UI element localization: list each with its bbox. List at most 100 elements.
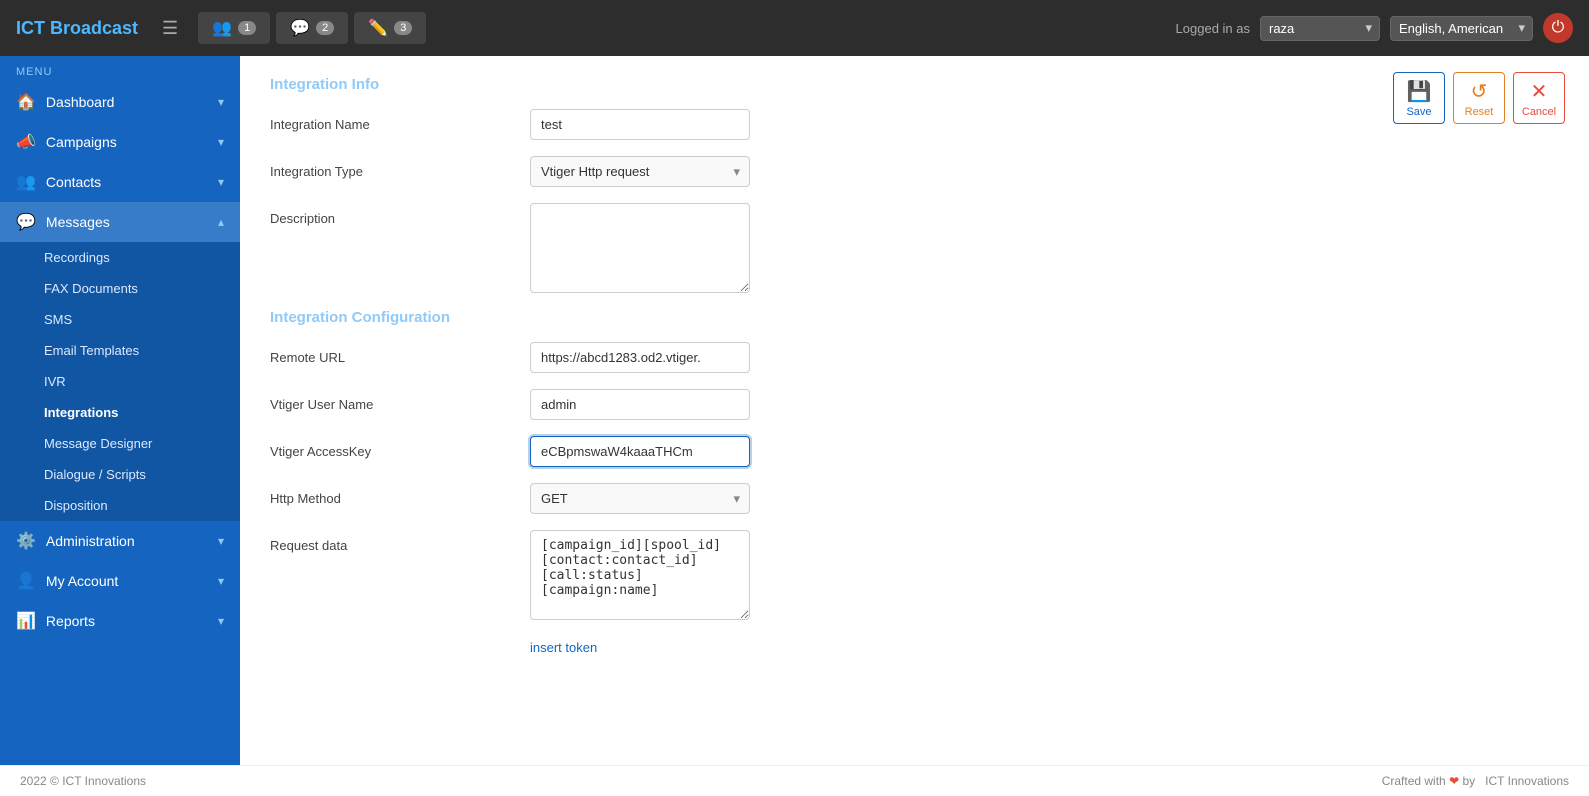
menu-label: MENU [0,56,240,82]
integration-type-row: Integration Type Vtiger Http request [270,156,1559,187]
heart-icon: ❤ [1449,774,1459,788]
header-right: Logged in as raza English, American ⏻ [1176,13,1573,43]
cancel-button[interactable]: ✕ Cancel [1513,72,1565,124]
main-content: 💾 Save ↺ Reset ✕ Cancel Integration Info… [240,56,1589,765]
sidebar-item-messages[interactable]: 💬 Messages ▴ [0,202,240,242]
company-name: ICT Innovations [1485,774,1569,788]
tab-2-badge: 2 [316,21,334,35]
tab-3-icon: ✏️ [368,18,388,38]
chevron-campaigns: ▾ [218,135,224,149]
sidebar-item-my-account[interactable]: 👤 My Account ▾ [0,561,240,601]
logged-in-label: Logged in as [1176,21,1250,36]
integration-type-select-wrapper: Vtiger Http request [530,156,750,187]
sidebar-item-campaigns[interactable]: 📣 Campaigns ▾ [0,122,240,162]
copyright: 2022 © ICT Innovations [20,774,146,788]
lang-select[interactable]: English, American [1390,16,1533,41]
save-icon: 💾 [1407,79,1432,104]
sidebar: MENU 🏠 Dashboard ▾ 📣 Campaigns ▾ 👥 Conta… [0,56,240,765]
header-tabs: 👥 1 💬 2 ✏️ 3 [198,12,1163,44]
user-select-wrapper: raza [1260,16,1380,41]
sidebar-item-email-templates[interactable]: Email Templates [0,335,240,366]
reset-icon: ↺ [1471,79,1488,104]
chevron-messages: ▴ [218,215,224,229]
request-data-label: Request data [270,530,530,553]
sidebar-item-fax-documents[interactable]: FAX Documents [0,273,240,304]
sidebar-item-sms[interactable]: SMS [0,304,240,335]
reset-button[interactable]: ↺ Reset [1453,72,1505,124]
lang-select-wrapper: English, American [1390,16,1533,41]
http-method-select-wrapper: GET POST [530,483,750,514]
sidebar-item-disposition[interactable]: Disposition [0,490,240,521]
remote-url-label: Remote URL [270,342,530,365]
reports-icon: 📊 [16,611,36,631]
sidebar-item-message-designer[interactable]: Message Designer [0,428,240,459]
vtiger-accesskey-label: Vtiger AccessKey [270,436,530,459]
sidebar-item-reports[interactable]: 📊 Reports ▾ [0,601,240,641]
insert-token-link[interactable]: insert token [530,640,597,655]
tab-3-badge: 3 [394,21,412,35]
reset-label: Reset [1465,106,1494,118]
description-row: Description [270,203,1559,293]
sidebar-item-administration[interactable]: ⚙️ Administration ▾ [0,521,240,561]
chevron-my-account: ▾ [218,574,224,588]
sidebar-item-contacts[interactable]: 👥 Contacts ▾ [0,162,240,202]
my-account-icon: 👤 [16,571,36,591]
layout: MENU 🏠 Dashboard ▾ 📣 Campaigns ▾ 👥 Conta… [0,56,1589,765]
chevron-reports: ▾ [218,614,224,628]
sidebar-item-recordings[interactable]: Recordings [0,242,240,273]
integration-name-input[interactable] [530,109,750,140]
by-text: by [1462,774,1475,788]
http-method-label: Http Method [270,483,530,506]
messages-icon: 💬 [16,212,36,232]
brand-name: ICT Broadcast [16,18,138,39]
tab-2-icon: 💬 [290,18,310,38]
header-tab-2[interactable]: 💬 2 [276,12,348,44]
sidebar-item-dialogue-scripts[interactable]: Dialogue / Scripts [0,459,240,490]
chevron-contacts: ▾ [218,175,224,189]
tab-1-badge: 1 [238,21,256,35]
remote-url-input[interactable] [530,342,750,373]
cancel-label: Cancel [1522,106,1556,118]
crafted-by: Crafted with ❤ by ICT Innovations [1382,774,1569,788]
sidebar-label-administration: Administration [46,533,135,549]
cancel-icon: ✕ [1531,79,1548,104]
action-buttons: 💾 Save ↺ Reset ✕ Cancel [1393,72,1565,124]
header-tab-3[interactable]: ✏️ 3 [354,12,426,44]
sidebar-label-messages: Messages [46,214,110,230]
http-method-select[interactable]: GET POST [530,483,750,514]
vtiger-username-input[interactable] [530,389,750,420]
integration-config-title: Integration Configuration [270,309,1559,326]
messages-submenu: Recordings FAX Documents SMS Email Templ… [0,242,240,521]
sidebar-item-ivr[interactable]: IVR [0,366,240,397]
footer: 2022 © ICT Innovations Crafted with ❤ by… [0,765,1589,796]
tab-1-icon: 👥 [212,18,232,38]
description-label: Description [270,203,530,226]
sidebar-item-dashboard[interactable]: 🏠 Dashboard ▾ [0,82,240,122]
administration-icon: ⚙️ [16,531,36,551]
crafted-text: Crafted with [1382,774,1446,788]
save-label: Save [1406,106,1431,118]
contacts-icon: 👥 [16,172,36,192]
integration-name-row: Integration Name [270,109,1559,140]
http-method-row: Http Method GET POST [270,483,1559,514]
sidebar-item-integrations[interactable]: Integrations [0,397,240,428]
logout-button[interactable]: ⏻ [1543,13,1573,43]
dashboard-icon: 🏠 [16,92,36,112]
vtiger-username-row: Vtiger User Name [270,389,1559,420]
integration-type-select[interactable]: Vtiger Http request [530,156,750,187]
integration-info-title: Integration Info [270,76,1559,93]
request-data-textarea[interactable]: [campaign_id][spool_id] [contact:contact… [530,530,750,620]
hamburger-icon[interactable]: ☰ [162,18,178,39]
description-textarea[interactable] [530,203,750,293]
integration-name-label: Integration Name [270,109,530,132]
header-tab-1[interactable]: 👥 1 [198,12,270,44]
vtiger-username-label: Vtiger User Name [270,389,530,412]
user-select[interactable]: raza [1260,16,1380,41]
sidebar-label-reports: Reports [46,613,95,629]
vtiger-accesskey-row: Vtiger AccessKey [270,436,1559,467]
vtiger-accesskey-input[interactable] [530,436,750,467]
integration-type-label: Integration Type [270,156,530,179]
chevron-administration: ▾ [218,534,224,548]
save-button[interactable]: 💾 Save [1393,72,1445,124]
remote-url-row: Remote URL [270,342,1559,373]
